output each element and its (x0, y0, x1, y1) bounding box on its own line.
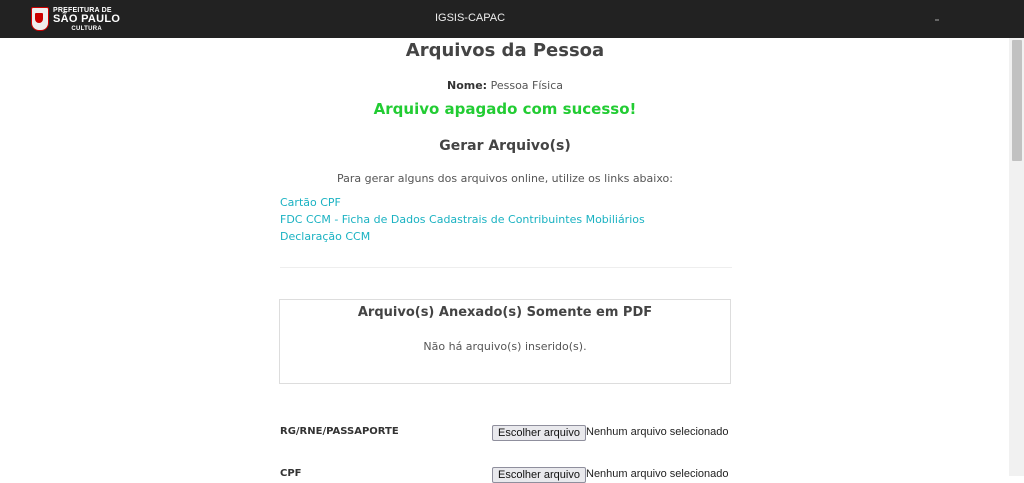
page-title: Arquivos da Pessoa (405, 40, 605, 61)
upload-label-cpf: CPF (280, 468, 302, 479)
logo-line-3: CULTURA (71, 25, 102, 32)
link-declaracao-ccm[interactable]: Declaração CCM (280, 230, 370, 243)
link-fdc-ccm[interactable]: FDC CCM - Ficha de Dados Cadastrais de C… (280, 213, 645, 226)
file-status-rg: Nenhum arquivo selecionado (586, 426, 729, 438)
top-navbar: PREFEITURA DE SÃO PAULO CULTURA IGSIS-CA… (0, 0, 1024, 38)
name-label: Nome: (447, 79, 488, 92)
generate-files-title: Gerar Arquivo(s) (439, 138, 571, 154)
generate-instructions: Para gerar alguns dos arquivos online, u… (337, 172, 673, 185)
scrollbar-thumb[interactable] (1012, 40, 1022, 161)
app-title[interactable]: IGSIS-CAPAC (0, 12, 940, 24)
file-status-cpf: Nenhum arquivo selecionado (586, 468, 729, 480)
link-cartao-cpf[interactable]: Cartão CPF (280, 196, 341, 209)
person-name-line: Nome: Pessoa Física (0, 79, 1010, 92)
choose-file-button-cpf[interactable]: Escolher arquivo (492, 467, 586, 483)
nav-menu-icon[interactable] (935, 19, 939, 21)
name-value: Pessoa Física (490, 79, 563, 92)
success-message: Arquivo apagado com sucesso! (373, 100, 637, 118)
section-divider (280, 267, 732, 268)
choose-file-button-rg[interactable]: Escolher arquivo (492, 425, 586, 441)
attached-files-title: Arquivo(s) Anexado(s) Somente em PDF (357, 305, 653, 320)
upload-label-rg: RG/RNE/PASSAPORTE (280, 426, 399, 437)
no-files-message: Não há arquivo(s) inserido(s). (423, 340, 587, 353)
